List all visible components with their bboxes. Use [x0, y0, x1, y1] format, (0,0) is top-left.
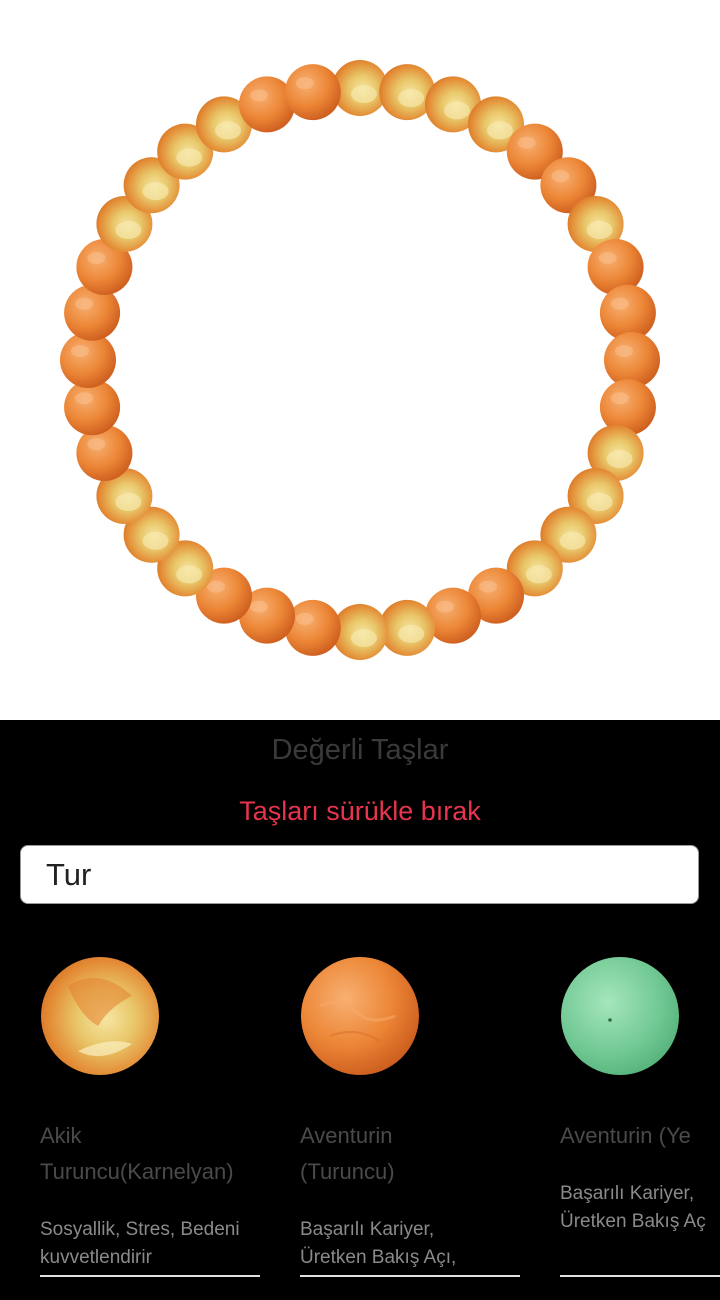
stone-desc-line1: Başarılı Kariyer, [560, 1183, 695, 1204]
stone-name: Aventurin (Turuncu) [300, 1118, 520, 1190]
bracelet-bead-aventurin-orange[interactable] [284, 64, 341, 121]
bracelet-canvas[interactable] [0, 0, 720, 720]
aventurin-orange-stone-image[interactable] [300, 956, 420, 1076]
divider [40, 1275, 260, 1277]
stone-card-akik-turuncu[interactable]: Akik Turuncu(Karnelyan) Sosyallik, Stres… [20, 950, 260, 1280]
stone-panel: Değerli Taşlar Taşları sürükle bırak Aki… [0, 720, 720, 1300]
search-input[interactable] [21, 846, 698, 903]
stone-name-line1: Aventurin [300, 1123, 393, 1148]
stone-name-line1: Aventurin (Ye [560, 1123, 691, 1148]
drag-drop-hint: Taşları sürükle bırak [239, 796, 481, 826]
stone-name: Akik Turuncu(Karnelyan) [40, 1118, 260, 1190]
stone-name: Aventurin (Ye [560, 1118, 720, 1154]
bracelet-preview[interactable] [0, 0, 720, 720]
stone-desc-line1: Sosyallik, Stres, Bedeni [40, 1219, 240, 1240]
stone-description: Başarılı Kariyer, Üretken Bakış Aç [560, 1180, 720, 1236]
stone-name-line2: Turuncu(Karnelyan) [40, 1159, 234, 1184]
stone-name-line1: Akik [40, 1123, 82, 1148]
stone-desc-line1: Başarılı Kariyer, [300, 1219, 435, 1240]
aventurin-green-stone-image[interactable] [560, 956, 680, 1076]
stone-card-aventurin-yesil[interactable]: Aventurin (Ye Başarılı Kariyer, Üretken … [540, 950, 720, 1280]
divider [560, 1275, 720, 1277]
panel-title: Değerli Taşlar [271, 734, 449, 766]
divider [300, 1275, 520, 1277]
stone-desc-line2: kuvvetlendirir [40, 1247, 152, 1268]
stone-description: Başarılı Kariyer, Üretken Bakış Açı, [300, 1216, 520, 1272]
search-box[interactable] [20, 845, 699, 904]
stone-description: Sosyallik, Stres, Bedeni kuvvetlendirir [40, 1216, 260, 1272]
stone-name-line2: (Turuncu) [300, 1159, 395, 1184]
stone-desc-line2: Üretken Bakış Aç [560, 1211, 706, 1232]
akik-stone-image[interactable] [40, 956, 160, 1076]
stone-card-aventurin-turuncu[interactable]: Aventurin (Turuncu) Başarılı Kariyer, Ür… [280, 950, 520, 1280]
stone-desc-line2: Üretken Bakış Açı, [300, 1247, 457, 1268]
